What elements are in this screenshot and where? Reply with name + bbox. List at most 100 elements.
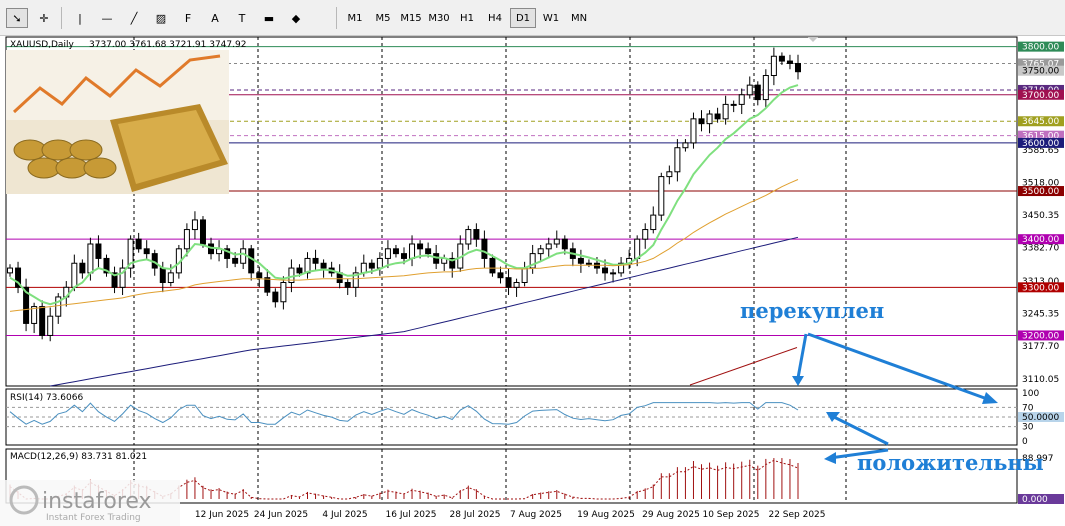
level-tag-text: 3400.00: [1022, 235, 1059, 245]
price-axis-label: 3177.70: [1022, 342, 1059, 352]
date-axis-label: 16 Jul 2025: [386, 510, 437, 520]
candle-body: [666, 171, 673, 178]
candle-body: [417, 243, 424, 250]
candle-body: [280, 282, 287, 303]
candle-body: [642, 229, 649, 240]
rsi-axis-label: 0: [1022, 437, 1028, 447]
candle-body: [610, 272, 617, 275]
candle-body: [320, 262, 327, 269]
candle-body: [746, 84, 753, 96]
gold-coin: [83, 157, 117, 179]
gold-coin: [13, 139, 47, 161]
chart-title: XAUUSD,Daily: [10, 40, 74, 50]
candle-body: [738, 94, 745, 105]
candle-body: [71, 262, 78, 288]
gold-coin: [69, 139, 103, 161]
candle-body: [706, 113, 713, 125]
candle-body: [465, 229, 472, 245]
candle-body: [634, 238, 641, 259]
candle-body: [401, 253, 407, 259]
candle-body: [473, 229, 480, 240]
bid-price-tag-text: 3750.00: [1022, 67, 1059, 77]
price-axis-label: 3110.05: [1022, 375, 1059, 385]
candle-body: [770, 55, 777, 77]
candle-body: [191, 219, 198, 231]
candle-body: [489, 257, 496, 274]
gold-coin: [55, 157, 89, 179]
candle-body: [722, 103, 729, 120]
date-axis-label: 29 Aug 2025: [642, 510, 700, 520]
candle-body: [79, 262, 86, 274]
macd-axis-bottom: 0.000: [1022, 495, 1048, 505]
candle-body: [650, 214, 657, 231]
candle-body: [368, 262, 375, 269]
watermark-tagline: Instant Forex Trading: [46, 513, 141, 523]
candle-body: [167, 272, 174, 284]
candle-body: [674, 147, 681, 173]
date-axis-label: 24 Jun 2025: [254, 510, 308, 520]
candle-body: [762, 75, 769, 101]
date-axis-label: 7 Aug 2025: [510, 510, 562, 520]
candle-body: [513, 282, 520, 288]
level-tag-text: 3645.00: [1022, 117, 1059, 127]
watermark-brand: instaforex: [42, 489, 152, 514]
rsi-axis-label: 70: [1022, 403, 1034, 413]
candle-body: [376, 257, 383, 269]
candle-body: [585, 262, 592, 265]
candle-body: [87, 243, 94, 274]
candle-body: [199, 219, 206, 245]
gold-coin: [41, 139, 75, 161]
level-tag-text: 3800.00: [1022, 43, 1059, 53]
ohlc-values: 3737.00 3761.68 3721.91 3747.92: [89, 40, 246, 50]
rsi-axis-label: 100: [1022, 389, 1039, 399]
candle-body: [505, 277, 512, 288]
macd-title: MACD(12,26,9) 83.731 81.021: [10, 452, 147, 462]
candle-body: [240, 248, 247, 264]
candle-body: [795, 62, 801, 73]
candle-body: [682, 142, 689, 149]
rsi-title: RSI(14) 73.6066: [10, 393, 83, 403]
candle-body: [312, 257, 319, 264]
level-tag-text: 3500.00: [1022, 187, 1059, 197]
candle-body: [95, 243, 102, 259]
price-axis-label: 3450.35: [1022, 211, 1059, 221]
candle-body: [39, 306, 46, 336]
level-tag-text: 3600.00: [1022, 139, 1059, 149]
candle-body: [183, 229, 190, 250]
date-axis-label: 4 Jul 2025: [322, 510, 367, 520]
price-axis-label: 3245.35: [1022, 310, 1059, 320]
candle-body: [296, 267, 303, 274]
chart: 3800.003765.073750.003710.003700.003645.…: [0, 36, 1064, 526]
candle-body: [7, 267, 13, 274]
candle-body: [730, 103, 737, 106]
date-axis-label: 28 Jul 2025: [450, 510, 501, 520]
level-tag-text: 3200.00: [1022, 331, 1059, 341]
candle-body: [159, 267, 166, 284]
level-tag-text: 3300.00: [1022, 283, 1059, 293]
candle-body: [264, 277, 271, 293]
candle-body: [409, 243, 416, 259]
candle-body: [256, 272, 263, 279]
date-axis-label: 12 Jun 2025: [195, 510, 249, 520]
candle-body: [553, 238, 560, 245]
candle-body: [360, 262, 367, 274]
date-axis-label: 10 Sep 2025: [702, 510, 759, 520]
candle-body: [577, 257, 584, 264]
candle-body: [714, 113, 721, 120]
date-axis-label: 19 Aug 2025: [577, 510, 635, 520]
candle-body: [561, 238, 568, 250]
candle-body: [602, 267, 609, 274]
date-axis-label: 22 Sep 2025: [768, 510, 825, 520]
candle-body: [272, 291, 279, 303]
candle-body: [545, 243, 552, 250]
candle-body: [537, 248, 544, 255]
rsi-axis-label: 50.0000: [1022, 413, 1059, 423]
candle-body: [658, 176, 665, 216]
annotation-positive: положительны: [857, 450, 1044, 475]
candle-body: [392, 248, 399, 255]
candle-body: [232, 257, 239, 264]
annotation-overbought: перекуплен: [740, 298, 884, 323]
candle-body: [778, 55, 785, 62]
candle-body: [143, 248, 150, 255]
candle-body: [425, 248, 432, 255]
